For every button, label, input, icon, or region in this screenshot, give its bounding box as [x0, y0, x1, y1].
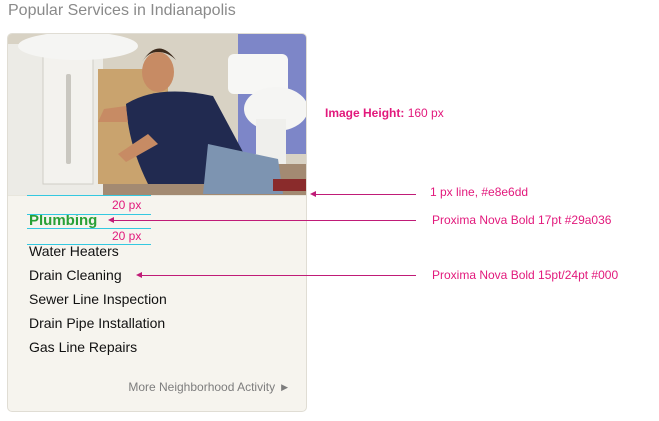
category-font-arrowhead-icon [108, 217, 114, 223]
spacing-bottom-annotation: 20 px [112, 229, 142, 243]
line-note-annotation: 1 px line, #e8e6dd [430, 185, 529, 199]
more-neighborhood-activity-link[interactable]: More Neighborhood Activity ▶ [128, 380, 288, 394]
service-link-gas-line-repairs[interactable]: Gas Line Repairs [29, 339, 137, 355]
service-font-annotation: Proxima Nova Bold 15pt/24pt #000 [432, 268, 619, 282]
service-link-drain-cleaning[interactable]: Drain Cleaning [29, 267, 122, 283]
more-link-label: More Neighborhood Activity [128, 380, 276, 394]
image-height-value: 160 px [407, 106, 444, 120]
triangle-right-icon: ▶ [281, 382, 288, 392]
image-height-annotation: Image Height: 160 px [325, 106, 444, 120]
service-link-water-heaters[interactable]: Water Heaters [29, 243, 119, 259]
line-note-arrow [316, 194, 416, 195]
service-font-arrow [142, 275, 416, 276]
spacing-top-annotation: 20 px [112, 198, 142, 212]
plumber-photo [8, 34, 306, 195]
line-note-arrowhead-icon [310, 191, 316, 197]
image-height-label: Image Height: [325, 106, 405, 120]
guide-line-top [27, 195, 151, 196]
section-heading: Popular Services in Indianapolis [8, 2, 236, 19]
service-link-drain-pipe-installation[interactable]: Drain Pipe Installation [29, 315, 165, 331]
category-font-annotation: Proxima Nova Bold 17pt #29a036 [432, 213, 612, 227]
service-link-sewer-line-inspection[interactable]: Sewer Line Inspection [29, 291, 167, 307]
service-font-arrowhead-icon [136, 272, 142, 278]
guide-line-mid-top [27, 214, 151, 215]
guide-line-bottom [27, 244, 151, 245]
category-font-arrow [114, 220, 416, 221]
service-card: Plumbing Water Heaters Drain Cleaning Se… [7, 33, 307, 412]
